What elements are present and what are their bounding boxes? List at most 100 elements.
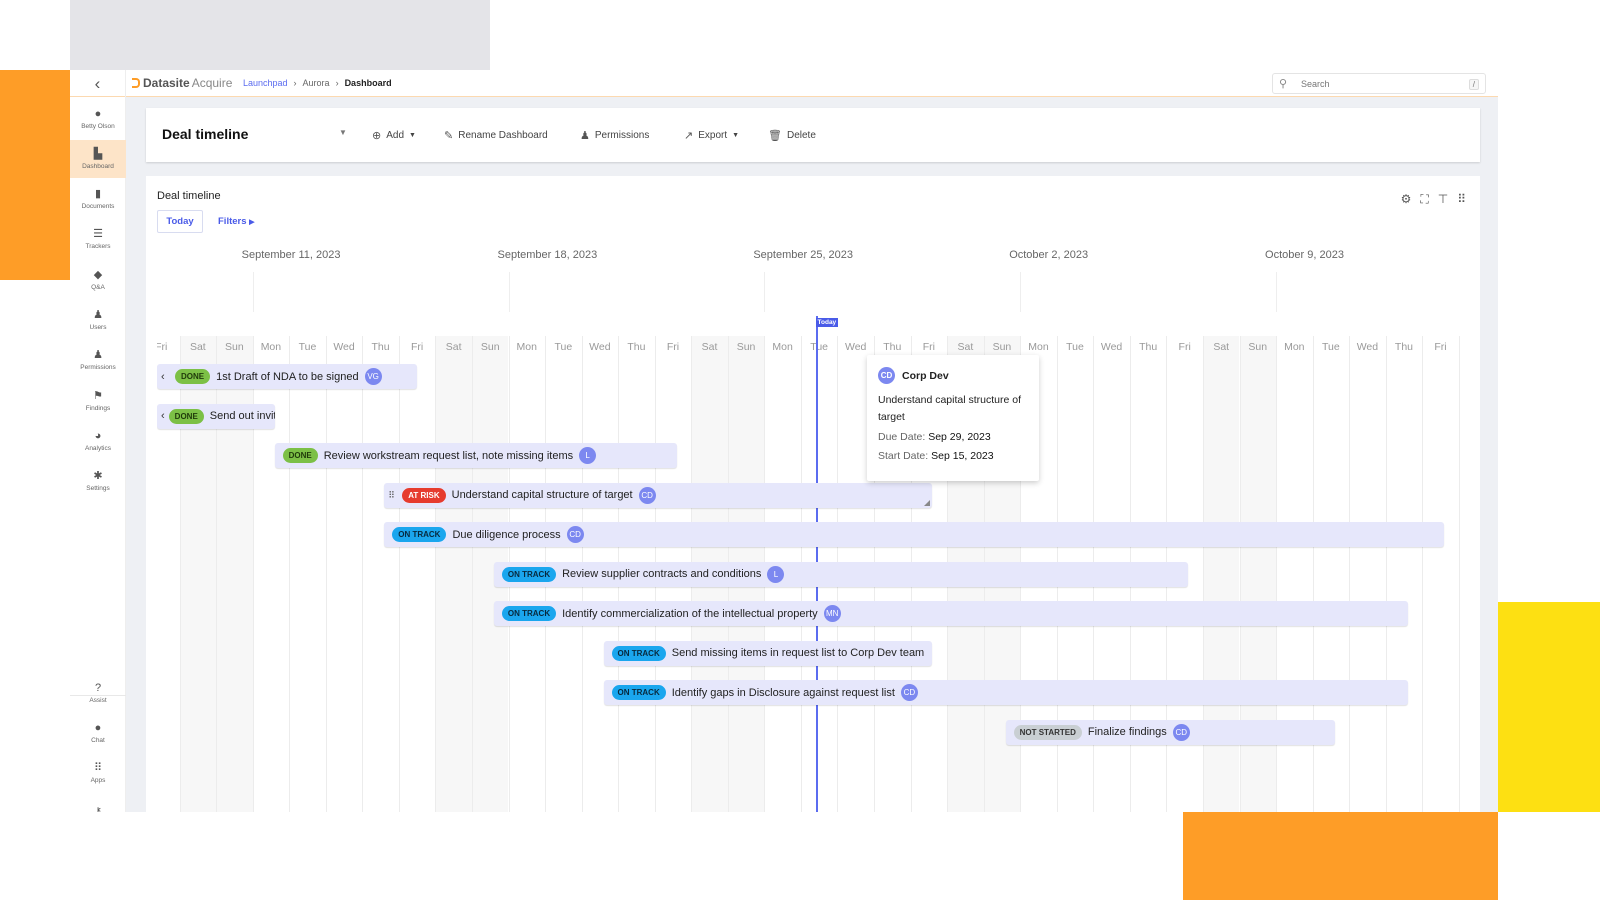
export-label: Export	[698, 130, 728, 141]
search-shortcut: /	[1468, 79, 1479, 90]
task-bar[interactable]: ⠿ AT RISK Understand capital structure of …	[384, 482, 933, 508]
sidebar-item-betty-olson[interactable]: ● Betty Olson	[70, 100, 126, 138]
day-label: Wed	[1100, 341, 1123, 353]
pie-chart-icon: ◕	[94, 429, 102, 442]
sidebar-item-label: Trackers	[85, 243, 111, 251]
export-button[interactable]: ↗ Export ▼	[684, 129, 739, 142]
day-label: Mon	[1028, 341, 1049, 353]
dashboard-select-chevron-down-icon[interactable]: ▼	[339, 128, 347, 137]
day-column	[1385, 336, 1423, 812]
week-label: October 2, 2023	[1009, 249, 1089, 261]
chevron-down-icon: ▼	[732, 132, 740, 139]
rename-label: Rename Dashboard	[458, 130, 548, 141]
widget-actions: ⚙ ⛶ ⊤ ⠿	[1401, 192, 1466, 207]
brand-logo[interactable]: Datasite Acquire	[132, 76, 232, 90]
rename-dashboard-button[interactable]: ✎ Rename Dashboard	[444, 129, 548, 142]
task-bar[interactable]: DONE Review workstream request list, note…	[274, 443, 677, 468]
week-label: September 18, 2023	[497, 249, 598, 261]
task-bar[interactable]: ON TRACK Identify commercialization of th…	[493, 601, 1408, 626]
brand-name: Datasite	[143, 76, 190, 90]
sidebar-item-label: Settings	[86, 485, 110, 493]
assignee-avatar[interactable]: MN	[823, 605, 841, 622]
sidebar-item-analytics[interactable]: ◕ Analytics	[70, 422, 126, 460]
day-label: Fri	[1434, 341, 1447, 353]
day-label: Sun	[736, 341, 756, 353]
task-bar[interactable]: NOT STARTED Finalize findings CD	[1005, 719, 1335, 745]
search-input[interactable]: ⚲ Search /	[1272, 73, 1486, 94]
gear-icon[interactable]: ⚙	[1401, 192, 1412, 207]
drag-handle-icon[interactable]: ⠿	[388, 490, 398, 501]
sidebar-item-assist[interactable]: ? Assist	[70, 674, 126, 712]
permissions-button[interactable]: ♟ Permissions	[580, 129, 649, 142]
day-label: Sat	[1213, 341, 1230, 353]
day-label: Mon	[516, 341, 537, 353]
status-badge: ON TRACK	[611, 645, 666, 661]
assignee-avatar[interactable]: CD	[566, 526, 584, 543]
assignee-avatar[interactable]: CD	[1172, 723, 1190, 741]
start-date-value: Sep 15, 2023	[931, 450, 994, 462]
sidebar-item-key[interactable]: ⚷	[70, 795, 126, 812]
users-icon: ♟	[93, 309, 103, 321]
task-bar[interactable]: ON TRACK Review supplier contracts and co…	[493, 561, 1189, 587]
dashboard-header: Deal timeline ▼ ⊕ Add ▼ ✎ Rename Dashboard …	[146, 108, 1480, 162]
task-bar[interactable]: ‹ DONE 1st Draft of NDA to be signed VG	[157, 364, 418, 389]
datasite-logo-icon	[132, 78, 140, 88]
breadcrumb-aurora[interactable]: Aurora	[303, 78, 330, 88]
sidebar-item-apps[interactable]: ⠿ Apps	[70, 755, 126, 793]
fullscreen-icon[interactable]: ⛶	[1420, 192, 1428, 207]
start-date-label: Start Date:	[878, 450, 929, 462]
back-button[interactable]: ‹	[70, 70, 126, 97]
day-label: Fri	[1178, 341, 1191, 353]
day-label: Sun	[480, 341, 500, 353]
task-bar[interactable]: ‹DONE Send out invitations	[157, 403, 275, 429]
chevron-left-icon[interactable]: ‹	[161, 410, 165, 422]
task-title: Due diligence process	[452, 528, 561, 541]
filters-button[interactable]: Filters ▶	[218, 216, 255, 227]
status-badge: ON TRACK	[501, 606, 557, 621]
sidebar-item-chat[interactable]: ● Chat	[70, 714, 126, 752]
sidebar-item-users[interactable]: ♟ Users	[70, 302, 126, 340]
sidebar-item-documents[interactable]: ▮ Documents	[70, 181, 126, 219]
task-title: Review workstream request list, note mis…	[323, 449, 574, 462]
gear-icon: ✱	[93, 470, 103, 483]
delete-button[interactable]: 🗑 Delete	[768, 129, 816, 142]
sidebar-item-label: Permissions	[80, 364, 116, 372]
assignee-avatar[interactable]: L	[579, 447, 597, 464]
resize-handle-icon[interactable]	[924, 499, 931, 506]
sidebar-item-label: Assist	[89, 696, 107, 704]
breadcrumb-separator-icon: ›	[293, 78, 297, 88]
day-column	[1349, 336, 1386, 812]
today-button[interactable]: Today	[157, 210, 203, 233]
breadcrumb-launchpad[interactable]: Launchpad	[243, 78, 288, 88]
task-title: Identify gaps in Disclosure against requ…	[671, 686, 895, 699]
status-badge: DONE	[168, 408, 204, 424]
sidebar-item-permissions[interactable]: ♟ Permissions	[70, 342, 126, 380]
assignee-avatar[interactable]: VG	[364, 368, 382, 385]
task-bar[interactable]: ON TRACK Identify gaps in Disclosure agai…	[603, 680, 1408, 705]
sidebar-item-settings[interactable]: ✱ Settings	[70, 463, 126, 501]
day-label: Fri	[666, 341, 680, 353]
brand-product: Acquire	[191, 76, 233, 90]
pin-icon[interactable]: ⊤	[1438, 192, 1448, 207]
task-bar[interactable]: ON TRACK Send missing items in request li…	[603, 640, 933, 666]
chevron-left-icon[interactable]: ‹	[161, 371, 171, 383]
breadcrumb-dashboard: Dashboard	[344, 78, 392, 88]
assignee-avatar[interactable]: L	[767, 565, 785, 583]
day-label: Mon	[260, 341, 282, 353]
assignee-avatar[interactable]: CD	[638, 486, 656, 504]
week-tick	[252, 272, 254, 312]
sidebar-item-trackers[interactable]: ☰ Trackers	[70, 221, 126, 259]
task-bar[interactable]: ON TRACK Due diligence process CD	[384, 522, 1445, 547]
sidebar-item-findings[interactable]: ⚑ Findings	[70, 382, 126, 420]
sidebar-item-dashboard[interactable]: ▙ Dashboard	[70, 140, 126, 179]
day-label: Tue	[810, 341, 829, 353]
sidebar-item-q-a[interactable]: ◆ Q&A	[70, 261, 126, 299]
assignee-avatar[interactable]: CD	[900, 684, 918, 701]
add-button[interactable]: ⊕ Add ▼	[372, 129, 416, 142]
chevron-left-icon: ‹	[94, 73, 101, 93]
user-circle-icon: ●	[94, 107, 102, 120]
caret-right-icon: ▶	[249, 219, 255, 226]
drag-handle-icon[interactable]: ⠿	[1457, 192, 1466, 207]
gantt-chart: Fri Sat Sun Mon Tue Wed Thu Fri Sat Sun Mon Tue Wed T…	[157, 236, 1470, 812]
sidebar-item-label: Betty Olson	[81, 122, 115, 130]
